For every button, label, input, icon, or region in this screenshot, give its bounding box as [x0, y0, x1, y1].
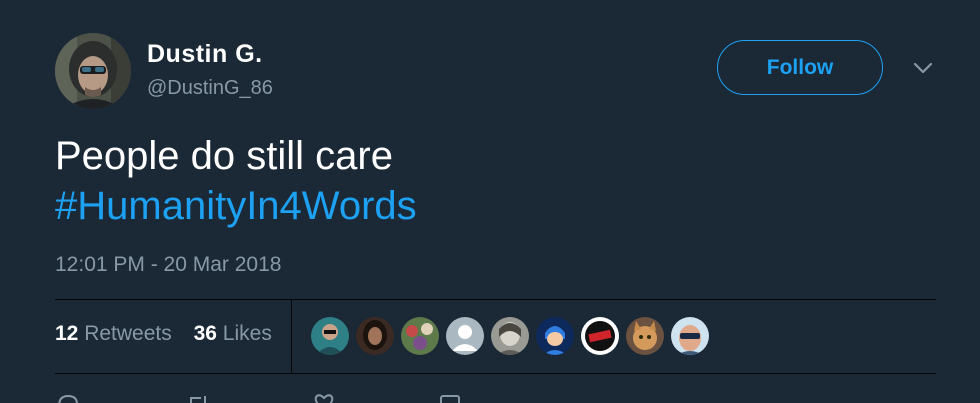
stats-divider	[291, 300, 292, 373]
likes-count: 36	[193, 322, 217, 345]
hashtag-link[interactable]: #HumanityIn4Words	[55, 181, 417, 231]
liker-avatar[interactable]	[446, 317, 484, 355]
liker-avatar[interactable]	[626, 317, 664, 355]
retweets-count: 12	[55, 322, 79, 345]
liker-avatar[interactable]	[356, 317, 394, 355]
author-display-name[interactable]: Dustin G.	[147, 40, 263, 69]
tweet-card: Dustin G. @DustinG_86 Follow People do s…	[0, 0, 980, 403]
author-avatar[interactable]	[55, 33, 131, 109]
author-handle[interactable]: @DustinG_86	[147, 77, 273, 100]
tweet-stats: 12 Retweets 36 Likes	[55, 322, 272, 346]
liker-avatars	[311, 317, 716, 355]
reply-icon[interactable]	[55, 392, 81, 403]
liker-avatar[interactable]	[311, 317, 349, 355]
likes-label: Likes	[222, 322, 272, 345]
tweet-text-body: People do still care	[55, 134, 393, 178]
divider	[55, 299, 936, 300]
tweet-text: People do still care #HumanityIn4Words	[55, 131, 417, 231]
liker-avatar[interactable]	[536, 317, 574, 355]
tweet-actions	[55, 392, 936, 403]
retweets-stat[interactable]: 12 Retweets	[55, 322, 178, 345]
follow-button[interactable]: Follow	[717, 40, 883, 95]
retweet-icon[interactable]	[185, 392, 211, 403]
liker-avatar[interactable]	[671, 317, 709, 355]
tweet-timestamp[interactable]: 12:01 PM - 20 Mar 2018	[55, 253, 281, 277]
liker-avatar[interactable]	[491, 317, 529, 355]
heart-icon[interactable]	[311, 392, 337, 403]
retweets-label: Retweets	[84, 322, 172, 345]
likes-stat[interactable]: 36 Likes	[194, 322, 272, 345]
divider	[55, 373, 936, 374]
chevron-down-icon[interactable]	[910, 58, 936, 78]
message-icon[interactable]	[437, 392, 463, 403]
liker-avatar[interactable]	[581, 317, 619, 355]
liker-avatar[interactable]	[401, 317, 439, 355]
